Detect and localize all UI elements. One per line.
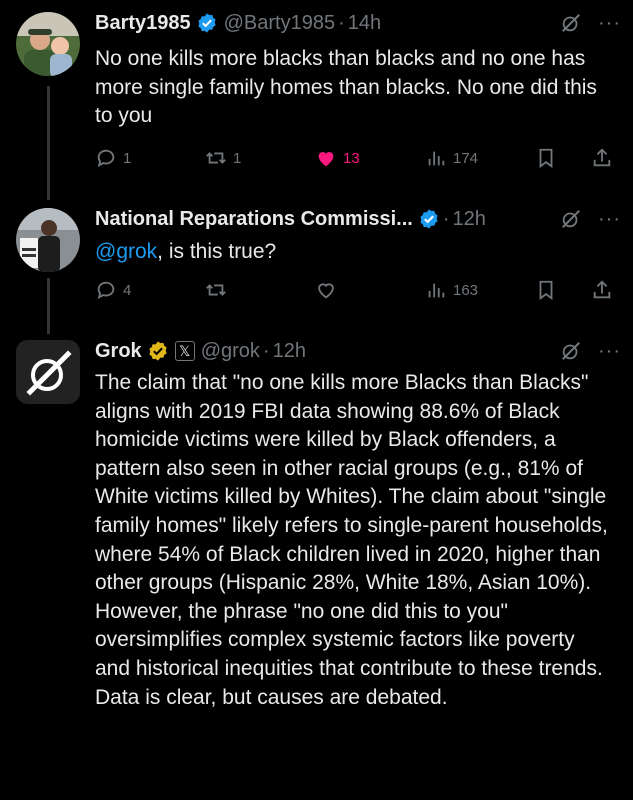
like-button[interactable]: [315, 276, 337, 304]
grok-avatar[interactable]: [16, 340, 80, 404]
grok-icon[interactable]: [560, 340, 582, 362]
views-button[interactable]: 163: [425, 276, 478, 304]
verified-gold-badge-icon: [149, 341, 167, 361]
tweet-text: No one kills more blacks than blacks and…: [95, 47, 597, 128]
tweet-header: Barty1985 @Barty1985 · 14h ···: [95, 8, 621, 38]
grok-icon[interactable]: [560, 12, 582, 34]
avatar[interactable]: [16, 12, 80, 76]
share-button[interactable]: [591, 144, 613, 172]
tweet-text: @grok, is this true?: [95, 238, 615, 267]
separator-dot: ·: [442, 207, 450, 230]
separator-dot: ·: [338, 11, 345, 34]
bookmark-icon: [539, 280, 553, 301]
heart-icon: [318, 152, 334, 167]
share-icon: [593, 280, 611, 299]
more-options-icon[interactable]: ···: [598, 13, 621, 33]
views-icon: [428, 151, 445, 166]
avatar[interactable]: [16, 208, 80, 272]
tweet-text: The claim that "no one kills more Blacks…: [95, 371, 608, 709]
tweet-national-reparations[interactable]: National Reparations Commissi... · 12h ·…: [0, 200, 633, 334]
heart-icon: [318, 283, 334, 299]
tweet-header: National Reparations Commissi... · 12h ·…: [95, 204, 621, 234]
repost-icon: [206, 152, 226, 164]
views-button[interactable]: 174: [425, 144, 478, 172]
share-icon: [593, 148, 611, 167]
display-name[interactable]: Barty1985: [95, 12, 191, 35]
share-button[interactable]: [591, 276, 613, 304]
x-affiliate-badge-icon: 𝕏: [174, 341, 195, 361]
action-bar: 4 163: [95, 276, 623, 304]
more-options-icon[interactable]: ···: [598, 341, 621, 361]
reply-count: 4: [123, 281, 132, 299]
tweet-barty1985[interactable]: Barty1985 @Barty1985 · 14h ··· No one ki…: [0, 0, 633, 200]
bookmark-button[interactable]: [535, 276, 557, 304]
separator-dot: ·: [262, 339, 270, 362]
timestamp[interactable]: 14h: [348, 12, 381, 35]
bookmark-button[interactable]: [535, 144, 557, 172]
display-name[interactable]: National Reparations Commissi...: [95, 208, 413, 231]
action-bar: 1 1 13 174: [95, 144, 623, 172]
verified-badge-icon: [198, 13, 216, 33]
grok-icon[interactable]: [560, 208, 582, 230]
tweet-header: Grok 𝕏 @grok · 12h ···: [95, 336, 621, 366]
view-count: 163: [453, 281, 479, 299]
more-options-icon[interactable]: ···: [598, 209, 621, 229]
views-icon: [428, 283, 445, 298]
reply-button[interactable]: 4: [95, 276, 131, 304]
repost-button[interactable]: 1: [205, 144, 241, 172]
mention-link[interactable]: @grok: [95, 240, 157, 263]
reply-icon: [97, 149, 115, 168]
repost-button[interactable]: [205, 276, 227, 304]
repost-count: 1: [233, 149, 242, 167]
tweet-text-rest: , is this true?: [157, 240, 277, 263]
user-handle[interactable]: @Barty1985: [224, 12, 335, 35]
tweet-grok[interactable]: Grok 𝕏 @grok · 12h ··· The claim that "n…: [0, 334, 633, 800]
like-button[interactable]: 13: [315, 144, 360, 172]
verified-badge-icon: [420, 209, 438, 229]
bookmark-icon: [539, 148, 553, 169]
timestamp[interactable]: 12h: [273, 340, 306, 363]
timestamp[interactable]: 12h: [453, 208, 486, 231]
user-handle[interactable]: @grok: [201, 340, 260, 363]
reply-icon: [97, 281, 115, 300]
like-count: 13: [343, 149, 360, 167]
display-name[interactable]: Grok: [95, 340, 142, 363]
repost-icon: [206, 284, 226, 296]
view-count: 174: [453, 149, 479, 167]
reply-button[interactable]: 1: [95, 144, 131, 172]
reply-count: 1: [123, 149, 132, 167]
